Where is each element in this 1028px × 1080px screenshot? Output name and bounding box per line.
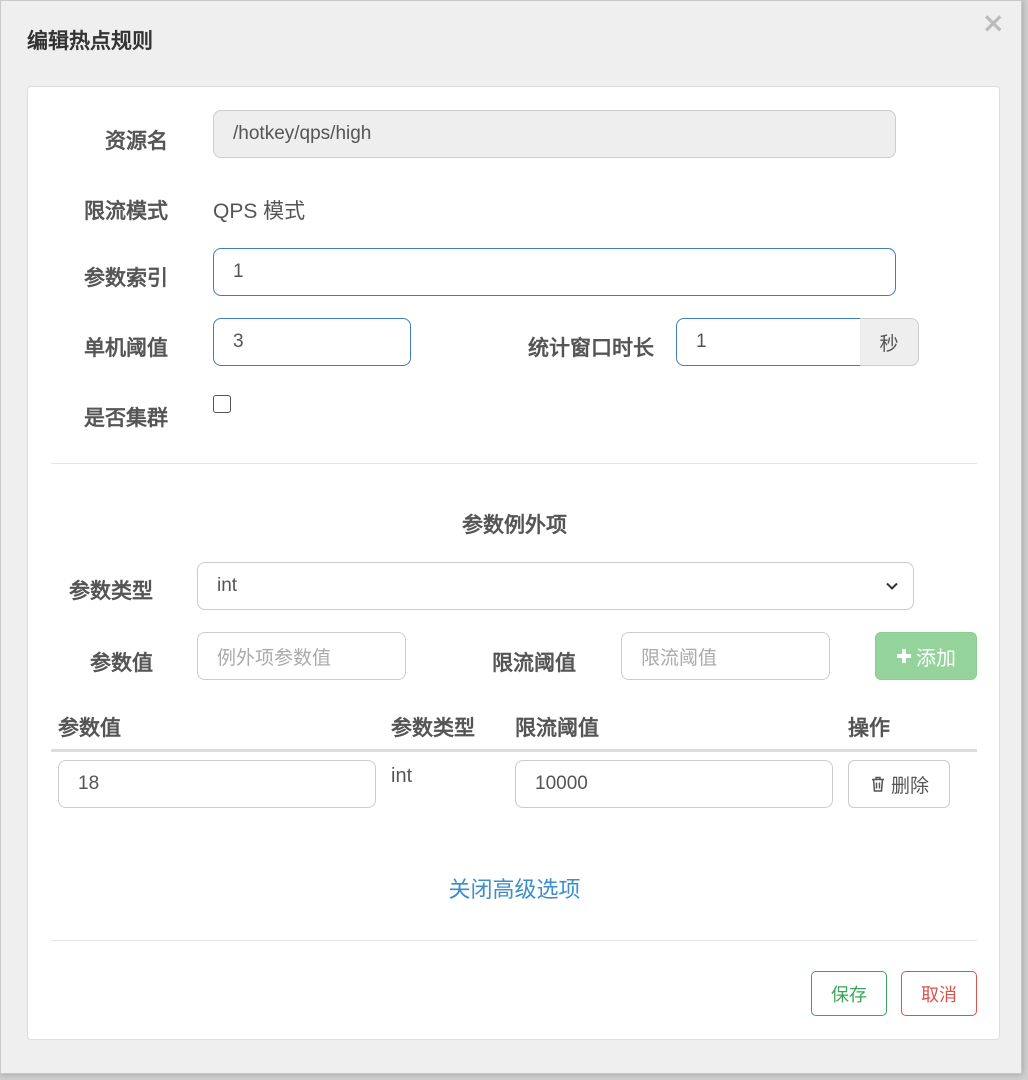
resource-name-field: /hotkey/qps/high xyxy=(213,110,896,158)
row-param-value: 18 xyxy=(78,773,100,794)
close-advanced-options-link[interactable]: 关闭高级选项 xyxy=(28,872,1001,904)
resource-name-value: /hotkey/qps/high xyxy=(233,123,372,144)
param-value-label: 参数值 xyxy=(90,651,153,675)
flow-mode-value: QPS 模式 xyxy=(213,200,306,223)
divider xyxy=(51,463,977,464)
window-duration-input[interactable]: 1 xyxy=(676,318,861,366)
param-index-label: 参数索引 xyxy=(84,266,168,290)
table-header-action: 操作 xyxy=(848,716,890,740)
exception-param-value-placeholder: 例外项参数值 xyxy=(217,647,332,669)
table-header-limit: 限流阈值 xyxy=(515,716,599,740)
cluster-label: 是否集群 xyxy=(84,406,168,430)
window-unit-addon: 秒 xyxy=(860,318,919,366)
add-exception-label: 添加 xyxy=(916,645,956,670)
table-header-param-type: 参数类型 xyxy=(391,716,475,740)
close-icon[interactable]: × xyxy=(982,9,1005,37)
add-exception-button[interactable]: 添加 xyxy=(875,632,977,680)
window-duration-label: 统计窗口时长 xyxy=(528,336,654,360)
table-header-param-value: 参数值 xyxy=(58,716,121,740)
limit-threshold-label: 限流阈值 xyxy=(492,651,576,675)
cluster-checkbox[interactable] xyxy=(213,395,231,413)
param-type-selected: int xyxy=(217,575,238,596)
cancel-button[interactable]: 取消 xyxy=(901,971,977,1016)
limit-threshold-placeholder: 限流阈值 xyxy=(641,647,718,669)
row-param-type: int xyxy=(391,765,413,787)
form-panel: 资源名 /hotkey/qps/high 限流模式 QPS 模式 参数索引 1 … xyxy=(27,86,1000,1040)
edit-hotspot-rule-dialog: 编辑热点规则 × 资源名 /hotkey/qps/high 限流模式 QPS 模… xyxy=(0,0,1022,1074)
chevron-down-icon xyxy=(886,582,898,590)
exception-param-value-input[interactable]: 例外项参数值 xyxy=(197,632,406,680)
threshold-input[interactable]: 3 xyxy=(213,318,411,366)
save-button[interactable]: 保存 xyxy=(811,971,887,1016)
limit-threshold-input[interactable]: 限流阈值 xyxy=(621,632,830,680)
dialog-title: 编辑热点规则 xyxy=(27,29,153,53)
row-param-value-input[interactable]: 18 xyxy=(58,760,376,808)
window-duration-value: 1 xyxy=(696,331,707,352)
threshold-value: 3 xyxy=(233,331,244,352)
table-header-divider xyxy=(51,749,977,752)
resource-name-label: 资源名 xyxy=(105,129,168,153)
trash-icon xyxy=(871,776,884,792)
threshold-label: 单机阈值 xyxy=(84,336,168,360)
plus-icon xyxy=(897,649,911,663)
footer-divider xyxy=(51,940,977,941)
flow-mode-label: 限流模式 xyxy=(84,199,168,223)
exceptions-section-title: 参数例外项 xyxy=(462,513,567,537)
row-limit-input[interactable]: 10000 xyxy=(515,760,833,808)
param-type-label: 参数类型 xyxy=(69,579,153,603)
param-index-value: 1 xyxy=(233,261,244,282)
delete-row-label: 删除 xyxy=(890,774,929,797)
param-type-select[interactable]: int xyxy=(197,562,914,610)
row-limit-value: 10000 xyxy=(535,773,588,794)
param-index-input[interactable]: 1 xyxy=(213,248,896,296)
delete-row-button[interactable]: 删除 xyxy=(848,760,950,808)
